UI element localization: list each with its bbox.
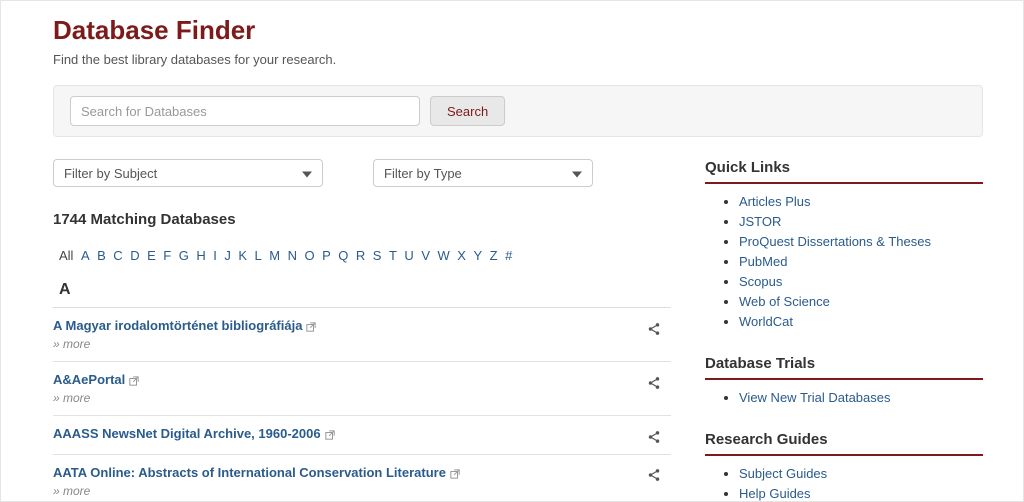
chevron-down-icon [572, 166, 582, 181]
database-link[interactable]: A Magyar irodalomtörténet bibliográfiája [53, 318, 302, 333]
alpha-letter[interactable]: C [113, 248, 122, 263]
search-input[interactable] [70, 96, 420, 126]
trial-link[interactable]: View New Trial Databases [739, 390, 891, 405]
guides-heading: Research Guides [705, 431, 983, 448]
alpha-letter[interactable]: J [224, 248, 231, 263]
alpha-nav: All ABCDEFGHIJKLMNOPQRSTUVWXYZ # [53, 242, 671, 277]
list-item: Help Guides [739, 486, 983, 501]
filter-subject-select[interactable]: Filter by Subject [53, 159, 323, 187]
quicklink[interactable]: WorldCat [739, 314, 793, 329]
trials-heading: Database Trials [705, 355, 983, 372]
alpha-letter[interactable]: G [179, 248, 189, 263]
divider [705, 378, 983, 380]
more-toggle[interactable]: » more [53, 391, 647, 405]
database-link[interactable]: AAASS NewsNet Digital Archive, 1960-2006 [53, 426, 321, 441]
alpha-letter[interactable]: Q [338, 248, 348, 263]
quicklink[interactable]: Scopus [739, 274, 782, 289]
alpha-letter[interactable]: X [457, 248, 466, 263]
chevron-down-icon [302, 166, 312, 181]
database-row: AAASS NewsNet Digital Archive, 1960-2006 [53, 416, 671, 455]
list-item: View New Trial Databases [739, 390, 983, 405]
alpha-letter[interactable]: E [147, 248, 156, 263]
search-bar: Search [53, 85, 983, 137]
guide-link[interactable]: Subject Guides [739, 466, 827, 481]
list-item: ProQuest Dissertations & Theses [739, 234, 983, 249]
alpha-letter[interactable]: N [288, 248, 297, 263]
filter-subject-label: Filter by Subject [64, 166, 157, 181]
search-button[interactable]: Search [430, 96, 505, 126]
quicklink[interactable]: JSTOR [739, 214, 781, 229]
external-link-icon [129, 375, 139, 387]
more-toggle[interactable]: » more [53, 484, 647, 498]
alpha-letter[interactable]: A [81, 248, 90, 263]
list-item: WorldCat [739, 314, 983, 329]
database-row: A Magyar irodalomtörténet bibliográfiája… [53, 308, 671, 362]
alpha-letter[interactable]: Z [490, 248, 498, 263]
quicklink[interactable]: PubMed [739, 254, 787, 269]
alpha-letter[interactable]: All [59, 248, 73, 263]
alpha-letter[interactable]: R [356, 248, 365, 263]
list-item: Web of Science [739, 294, 983, 309]
alpha-letter[interactable]: O [304, 248, 314, 263]
quicklink[interactable]: Web of Science [739, 294, 830, 309]
page-title: Database Finder [53, 15, 983, 46]
alpha-letter[interactable]: K [238, 248, 247, 263]
alpha-letter[interactable]: S [373, 248, 382, 263]
share-icon[interactable] [647, 467, 661, 483]
alpha-letter[interactable]: V [421, 248, 430, 263]
filter-type-label: Filter by Type [384, 166, 462, 181]
alpha-letter[interactable]: B [97, 248, 106, 263]
section-letter: A [53, 277, 671, 308]
database-row: A&AePortal » more [53, 362, 671, 416]
share-icon[interactable] [647, 374, 661, 390]
alpha-letter[interactable]: W [437, 248, 449, 263]
list-item: PubMed [739, 254, 983, 269]
list-item: Subject Guides [739, 466, 983, 481]
external-link-icon [450, 468, 460, 480]
alpha-letter[interactable]: # [505, 248, 512, 263]
alpha-letter[interactable]: T [389, 248, 397, 263]
alpha-letter[interactable]: Y [473, 248, 482, 263]
filter-type-select[interactable]: Filter by Type [373, 159, 593, 187]
database-row: AATA Online: Abstracts of International … [53, 455, 671, 502]
share-icon[interactable] [647, 428, 661, 444]
page-subtitle: Find the best library databases for your… [53, 52, 983, 67]
database-link[interactable]: A&AePortal [53, 372, 125, 387]
divider [705, 454, 983, 456]
alpha-letter[interactable]: P [322, 248, 331, 263]
alpha-letter[interactable]: I [213, 248, 217, 263]
quicklink[interactable]: ProQuest Dissertations & Theses [739, 234, 931, 249]
alpha-letter[interactable]: D [130, 248, 139, 263]
external-link-icon [306, 321, 316, 333]
alpha-letter[interactable]: M [269, 248, 280, 263]
database-link[interactable]: AATA Online: Abstracts of International … [53, 465, 446, 480]
guide-link[interactable]: Help Guides [739, 486, 811, 501]
list-item: Scopus [739, 274, 983, 289]
divider [705, 182, 983, 184]
results-count: 1744 Matching Databases [53, 211, 671, 228]
quicklinks-heading: Quick Links [705, 159, 983, 176]
share-icon[interactable] [647, 320, 661, 336]
alpha-letter[interactable]: H [196, 248, 205, 263]
more-toggle[interactable]: » more [53, 337, 647, 351]
list-item: JSTOR [739, 214, 983, 229]
alpha-letter[interactable]: L [255, 248, 262, 263]
external-link-icon [325, 429, 335, 441]
quicklink[interactable]: Articles Plus [739, 194, 811, 209]
alpha-letter[interactable]: U [404, 248, 413, 263]
list-item: Articles Plus [739, 194, 983, 209]
alpha-letter[interactable]: F [163, 248, 171, 263]
